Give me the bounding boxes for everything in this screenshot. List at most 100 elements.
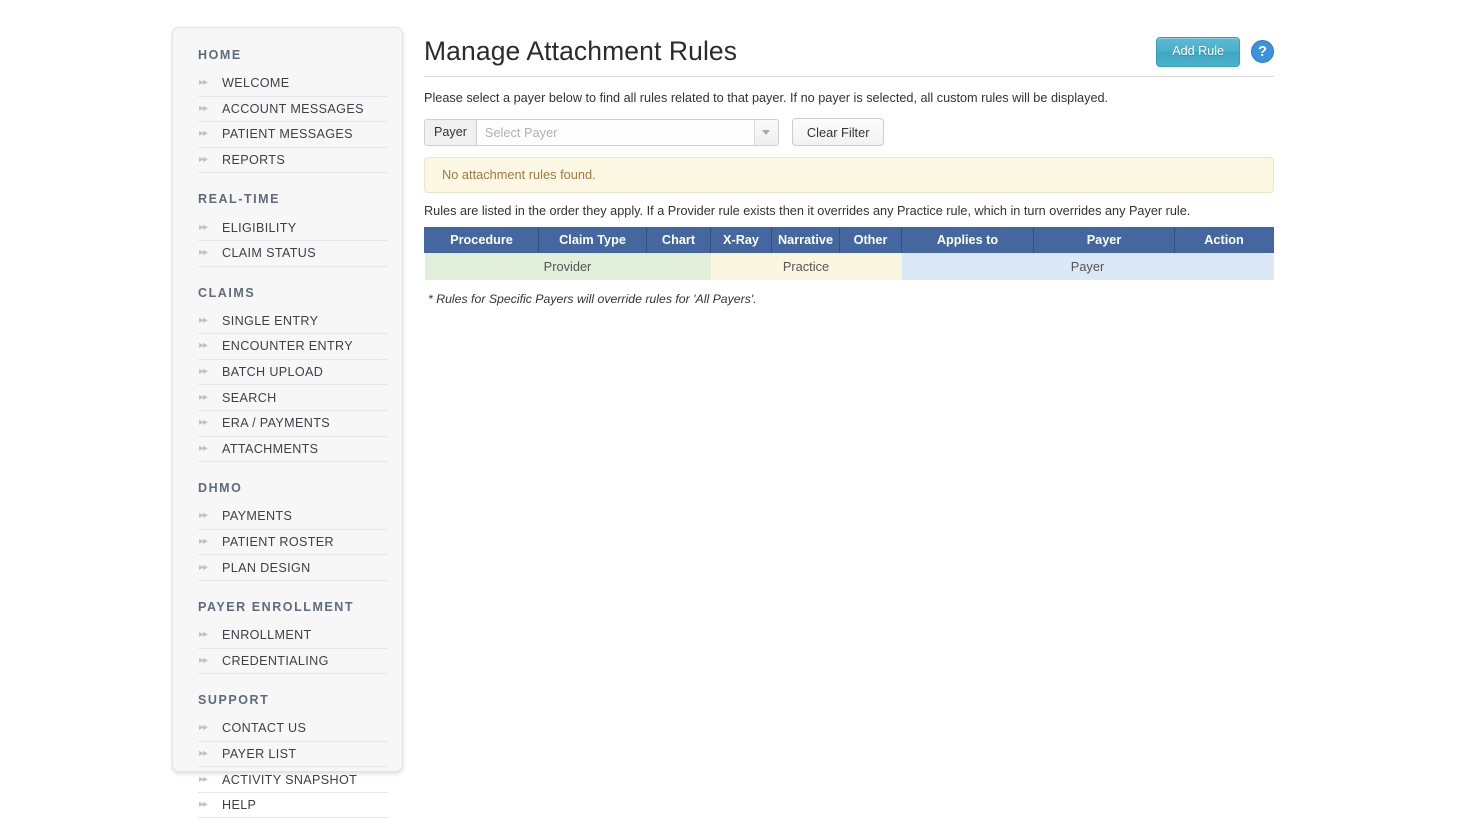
no-rules-alert: No attachment rules found.: [424, 157, 1274, 194]
sidebar-item-label: CONTACT US: [222, 721, 307, 736]
sidebar-item-batch-upload[interactable]: ▸▸ BATCH UPLOAD: [198, 360, 388, 386]
table-header: Procedure Claim Type Chart X-Ray Narrative Ot…: [424, 227, 1274, 254]
sidebar-section-heading: PAYER ENROLLMENT: [198, 599, 355, 614]
table-body: Provider Practice Payer: [424, 253, 1274, 281]
column-header-narrative[interactable]: Narrative: [771, 227, 840, 254]
add-rule-button[interactable]: Add Rule: [1156, 37, 1240, 67]
sidebar-item-label: WELCOME: [222, 76, 290, 91]
double-chevron-icon: ▸▸: [199, 221, 208, 233]
sidebar-item-attachments[interactable]: ▸▸ ATTACHMENTS: [198, 437, 388, 463]
sidebar-item-era-payments[interactable]: ▸▸ ERA / PAYMENTS: [198, 411, 388, 437]
sidebar-item-label: SEARCH: [222, 390, 277, 405]
payer-input-group: Payer Select Payer: [424, 118, 779, 146]
sidebar-navigation: HOME ▸▸ WELCOME ▸▸ ACCOUNT MESSAGES ▸▸ PATIENT…: [172, 27, 403, 819]
double-chevron-icon: ▸▸: [199, 366, 208, 378]
double-chevron-icon: ▸▸: [199, 417, 208, 429]
column-header-payer[interactable]: Payer: [1033, 227, 1175, 254]
double-chevron-icon: ▸▸: [199, 722, 208, 734]
intro-instruction-text: Please select a payer below to find all …: [424, 91, 1109, 105]
double-chevron-icon: ▸▸: [199, 154, 208, 166]
sidebar-section-heading: DHMO: [198, 481, 243, 496]
double-chevron-icon: ▸▸: [199, 536, 208, 548]
double-chevron-icon: ▸▸: [199, 128, 208, 140]
help-icon[interactable]: ?: [1251, 40, 1274, 64]
double-chevron-icon: ▸▸: [199, 314, 208, 326]
sidebar-item-enrollment[interactable]: ▸▸ ENROLLMENT: [198, 623, 388, 649]
sidebar-item-patient-roster[interactable]: ▸▸ PATIENT ROSTER: [198, 530, 388, 556]
column-header-applies-to[interactable]: Applies to: [901, 227, 1034, 254]
sidebar-item-payments[interactable]: ▸▸ PAYMENTS: [198, 504, 388, 530]
sidebar-section-real-time: REAL-TIME ▸▸ ELIGIBILITY ▸▸ CLAIM STATUS: [198, 192, 388, 267]
legend-cell-practice: Practice: [710, 253, 902, 281]
header-actions: Add Rule ?: [1156, 37, 1274, 67]
sidebar-item-encounter-entry[interactable]: ▸▸ ENCOUNTER ENTRY: [198, 334, 388, 360]
column-header-chart[interactable]: Chart: [646, 227, 711, 254]
sidebar-section-payer-enrollment: PAYER ENROLLMENT ▸▸ ENROLLMENT ▸▸ CREDENTIAL…: [198, 599, 388, 675]
column-header-action[interactable]: Action: [1174, 227, 1274, 254]
double-chevron-icon: ▸▸: [199, 391, 208, 403]
sidebar-item-label: ENCOUNTER ENTRY: [222, 339, 353, 354]
sidebar-item-label: PATIENT MESSAGES: [222, 127, 353, 142]
column-header-procedure[interactable]: Procedure: [424, 227, 539, 254]
sidebar-item-label: ACTIVITY SNAPSHOT: [222, 772, 358, 787]
sidebar-section-heading: REAL-TIME: [198, 192, 280, 207]
payer-select[interactable]: Select Payer: [475, 118, 779, 146]
payer-override-footnote: * Rules for Specific Payers will overrid…: [428, 292, 757, 307]
column-header-claim-type[interactable]: Claim Type: [538, 227, 647, 254]
sidebar-item-search[interactable]: ▸▸ SEARCH: [198, 385, 388, 411]
sidebar-item-reports[interactable]: ▸▸ REPORTS: [198, 148, 388, 174]
sidebar-item-label: REPORTS: [222, 153, 286, 168]
sidebar-item-account-messages[interactable]: ▸▸ ACCOUNT MESSAGES: [198, 97, 388, 123]
sidebar-section-dhmo: DHMO ▸▸ PAYMENTS ▸▸ PATIENT ROSTER ▸▸ PLAN DES…: [198, 481, 388, 581]
column-header-x-ray[interactable]: X-Ray: [710, 227, 772, 254]
sidebar-section-support: SUPPORT ▸▸ CONTACT US ▸▸ PAYER LIST ▸▸ ACTIVIT…: [198, 693, 388, 819]
sidebar-item-label: CREDENTIALING: [222, 653, 329, 668]
sidebar-section-heading: HOME: [198, 48, 242, 62]
app-root: HOME ▸▸ WELCOME ▸▸ ACCOUNT MESSAGES ▸▸ PATIENT…: [0, 0, 1460, 820]
main-content: Manage Attachment Rules Add Rule ? Pleas…: [424, 27, 1274, 306]
sidebar-item-label: CLAIM STATUS: [222, 246, 316, 261]
attachment-rules-table: Procedure Claim Type Chart X-Ray Narrative Ot…: [424, 227, 1274, 281]
chevron-down-icon[interactable]: [753, 119, 778, 145]
payer-label: Payer: [424, 118, 476, 146]
sidebar-item-label: PAYER LIST: [222, 746, 297, 761]
sidebar-item-help[interactable]: ▸▸ HELP: [198, 793, 388, 819]
sidebar-item-activity-snapshot[interactable]: ▸▸ ACTIVITY SNAPSHOT: [198, 767, 388, 793]
double-chevron-icon: ▸▸: [199, 629, 208, 641]
sidebar-item-label: PLAN DESIGN: [222, 560, 311, 575]
sidebar-item-patient-messages[interactable]: ▸▸ PATIENT MESSAGES: [198, 122, 388, 148]
legend-row: Provider Practice Payer: [424, 253, 1274, 281]
sidebar-item-label: BATCH UPLOAD: [222, 365, 324, 380]
sidebar-item-plan-design[interactable]: ▸▸ PLAN DESIGN: [198, 555, 388, 581]
double-chevron-icon: ▸▸: [199, 102, 208, 114]
sidebar-item-label: ELIGIBILITY: [222, 220, 297, 235]
payer-select-value: Select Payer: [476, 119, 754, 145]
double-chevron-icon: ▸▸: [199, 747, 208, 759]
sidebar-item-welcome[interactable]: ▸▸ WELCOME: [198, 71, 388, 97]
table-header-row: Procedure Claim Type Chart X-Ray Narrative Ot…: [424, 227, 1274, 254]
clear-filter-button[interactable]: Clear Filter: [791, 118, 885, 147]
sidebar-item-label: ENROLLMENT: [222, 628, 312, 643]
double-chevron-icon: ▸▸: [199, 561, 208, 573]
sidebar-item-label: HELP: [222, 798, 257, 813]
sidebar-item-label: ERA / PAYMENTS: [222, 416, 331, 431]
sidebar-item-claim-status[interactable]: ▸▸ CLAIM STATUS: [198, 241, 388, 267]
page-header: Manage Attachment Rules Add Rule ?: [424, 27, 1274, 77]
column-header-other[interactable]: Other: [839, 227, 902, 254]
double-chevron-icon: ▸▸: [199, 247, 208, 259]
double-chevron-icon: ▸▸: [199, 77, 208, 89]
sidebar-section-heading: SUPPORT: [198, 693, 270, 708]
sidebar-section-heading: CLAIMS: [198, 285, 256, 300]
double-chevron-icon: ▸▸: [199, 442, 208, 454]
legend-cell-provider: Provider: [424, 253, 711, 281]
sidebar-sections: HOME ▸▸ WELCOME ▸▸ ACCOUNT MESSAGES ▸▸ PATIENT…: [173, 28, 402, 820]
sidebar-item-eligibility[interactable]: ▸▸ ELIGIBILITY: [198, 215, 388, 241]
sidebar-section-home: HOME ▸▸ WELCOME ▸▸ ACCOUNT MESSAGES ▸▸ PATIENT…: [198, 48, 388, 174]
sidebar-item-single-entry[interactable]: ▸▸ SINGLE ENTRY: [198, 309, 388, 335]
rules-order-note: Rules are listed in the order they apply…: [424, 204, 1191, 219]
sidebar-item-label: PAYMENTS: [222, 509, 293, 524]
sidebar-item-credentialing[interactable]: ▸▸ CREDENTIALING: [198, 649, 388, 675]
sidebar-item-contact-us[interactable]: ▸▸ CONTACT US: [198, 716, 388, 742]
sidebar-item-payer-list[interactable]: ▸▸ PAYER LIST: [198, 742, 388, 768]
double-chevron-icon: ▸▸: [199, 340, 208, 352]
